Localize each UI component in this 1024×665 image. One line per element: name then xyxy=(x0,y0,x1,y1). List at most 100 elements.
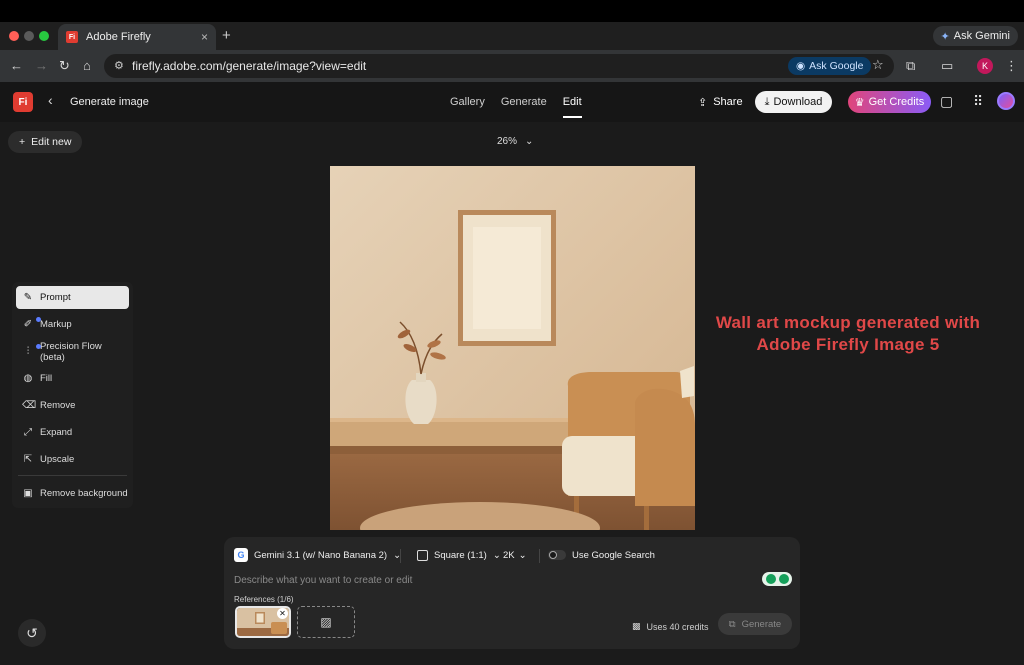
tab-edit[interactable]: Edit xyxy=(562,96,582,118)
tool-upscale[interactable]: ⇱ Upscale xyxy=(16,448,129,471)
resolution-selector[interactable]: 2K ⌄ xyxy=(503,546,527,564)
workspace: + Edit new 26% ⌄ ✎ Prompt ✐ Markup ⫶ Pre… xyxy=(0,122,1024,665)
markup-icon: ✐ xyxy=(23,319,33,330)
upscale-icon: ⇱ xyxy=(23,454,33,465)
extensions-icon[interactable]: ⧉ xyxy=(906,58,915,74)
window-zoom-button[interactable] xyxy=(39,31,49,41)
generate-icon: ⧉ xyxy=(728,618,736,630)
tool-prompt[interactable]: ✎ Prompt xyxy=(16,286,129,309)
firefly-logo[interactable]: Fi xyxy=(13,92,33,112)
prompt-bar: G Gemini 3.1 (w/ Nano Banana 2) ⌄ Square… xyxy=(224,537,800,649)
wall-art-mockup-illustration xyxy=(330,166,695,530)
divider xyxy=(539,549,540,563)
address-bar[interactable]: ⚙ firefly.adobe.com/generate/image?view=… xyxy=(104,54,894,78)
grammarly-widget[interactable] xyxy=(762,572,792,586)
lens-icon: ◉ xyxy=(796,60,806,72)
history-icon: ↺ xyxy=(26,624,38,641)
ask-gemini-label: Ask Gemini xyxy=(953,30,1010,42)
resolution-label: 2K xyxy=(503,549,515,561)
tool-label: Remove background xyxy=(40,488,128,499)
square-icon xyxy=(417,549,428,561)
chevron-left-icon[interactable]: ‹ xyxy=(48,92,53,108)
tool-label: Markup xyxy=(40,319,72,330)
get-credits-button[interactable]: ♛ Get Credits xyxy=(848,91,931,113)
grammarly-g-icon xyxy=(778,574,789,584)
back-arrow-icon[interactable]: ← xyxy=(10,58,23,74)
bookmark-star-icon[interactable]: ☆ xyxy=(872,57,884,73)
mode-tabs: Gallery Generate Edit xyxy=(450,96,582,118)
edit-new-button[interactable]: + Edit new xyxy=(8,131,83,153)
remove-icon: ⌫ xyxy=(22,400,37,411)
remove-reference-icon[interactable]: ✕ xyxy=(277,608,288,619)
tool-label: Expand xyxy=(40,427,73,438)
google-search-toggle[interactable] xyxy=(548,550,566,560)
aspect-ratio-selector[interactable]: Square (1:1) ⌄ xyxy=(417,546,501,564)
google-logo-icon: G xyxy=(234,548,248,562)
credits-label: Uses 40 credits xyxy=(646,621,709,632)
chevron-down-icon: ⌄ xyxy=(518,549,527,561)
prompt-input[interactable] xyxy=(234,575,754,586)
site-settings-icon[interactable]: ⚙ xyxy=(114,59,124,72)
browser-tab[interactable]: Fi Adobe Firefly × xyxy=(58,24,216,50)
url-text[interactable]: firefly.adobe.com/generate/image?view=ed… xyxy=(132,59,366,73)
tab-title: Adobe Firefly xyxy=(86,31,151,43)
google-search-label: Use Google Search xyxy=(572,550,655,561)
add-reference-button[interactable]: ▨ xyxy=(297,606,355,638)
credits-icon: ▩ xyxy=(632,621,641,631)
tool-remove-background[interactable]: ▣ Remove background xyxy=(16,482,129,505)
home-icon[interactable]: ⌂ xyxy=(83,58,91,74)
tab-gallery[interactable]: Gallery xyxy=(450,96,485,108)
download-icon: ⤓ xyxy=(764,95,770,108)
generate-button[interactable]: ⧉ Generate xyxy=(718,613,792,635)
precision-flow-icon: ⫶ xyxy=(26,346,30,357)
tool-label: Precision Flow (beta) xyxy=(39,340,102,363)
generated-image[interactable] xyxy=(330,166,695,530)
tool-label: Fill xyxy=(40,373,53,384)
annotation-line-2: Adobe Firefly Image 5 xyxy=(756,335,940,354)
tool-precision-flow[interactable]: ⫶ Precision Flow (beta) xyxy=(16,340,129,363)
tool-label: Remove xyxy=(40,400,76,411)
window-minimize-button[interactable] xyxy=(24,31,34,41)
user-avatar[interactable] xyxy=(997,92,1015,110)
tool-label: Prompt xyxy=(40,292,71,303)
model-label: Gemini 3.1 (w/ Nano Banana 2) xyxy=(254,549,388,561)
reload-icon[interactable]: ↻ xyxy=(59,58,70,74)
tab-generate[interactable]: Generate xyxy=(501,96,547,108)
apps-grid-icon[interactable]: ⠿ xyxy=(973,93,983,110)
browser-toolbar: ← → ↻ ⌂ ⚙ firefly.adobe.com/generate/ima… xyxy=(0,50,1024,82)
zoom-control[interactable]: 26% ⌄ xyxy=(497,136,533,147)
chat-icon[interactable]: ▢ xyxy=(940,93,953,110)
remove-background-icon: ▣ xyxy=(23,488,33,499)
side-panel-icon[interactable]: ▭ xyxy=(941,58,953,74)
share-icon: ⇪ xyxy=(698,96,708,109)
forward-arrow-icon[interactable]: → xyxy=(35,58,48,74)
new-tab-button[interactable]: + xyxy=(222,27,231,44)
tool-fill[interactable]: ◍ Fill xyxy=(16,367,129,390)
browser-menu-icon[interactable]: ⋮ xyxy=(1005,58,1018,74)
tool-expand[interactable]: ⤢ Expand xyxy=(16,421,129,444)
profile-avatar[interactable]: K xyxy=(977,58,993,74)
firefly-favicon-icon: Fi xyxy=(66,31,78,43)
fill-icon: ◍ xyxy=(23,373,33,384)
close-icon[interactable]: × xyxy=(201,30,208,44)
grammarly-icon xyxy=(765,574,776,584)
tool-remove[interactable]: ⌫ Remove xyxy=(16,394,129,417)
download-button[interactable]: ⤓ Download xyxy=(755,91,832,113)
chevron-down-icon: ⌄ xyxy=(492,549,501,561)
get-credits-label: Get Credits xyxy=(868,96,925,108)
new-badge-dot xyxy=(36,317,41,322)
page-title: Generate image xyxy=(70,96,149,108)
tool-markup[interactable]: ✐ Markup xyxy=(16,313,129,336)
history-button[interactable]: ↺ xyxy=(18,619,46,647)
aspect-label: Square (1:1) xyxy=(434,549,487,561)
model-selector[interactable]: G Gemini 3.1 (w/ Nano Banana 2) ⌄ xyxy=(234,546,401,564)
share-button[interactable]: ⇪ Share xyxy=(688,91,753,113)
divider xyxy=(18,475,127,476)
credits-info: ▩ Uses 40 credits xyxy=(632,621,709,632)
ask-gemini-button[interactable]: ✦ Ask Gemini xyxy=(932,26,1018,46)
plus-icon: + xyxy=(19,136,26,148)
annotation-caption: Wall art mockup generated with Adobe Fir… xyxy=(700,312,996,356)
window-close-button[interactable] xyxy=(9,31,19,41)
edit-tools-panel: ✎ Prompt ✐ Markup ⫶ Precision Flow (beta… xyxy=(12,282,133,508)
ask-google-button[interactable]: ◉ Ask Google xyxy=(788,57,872,75)
